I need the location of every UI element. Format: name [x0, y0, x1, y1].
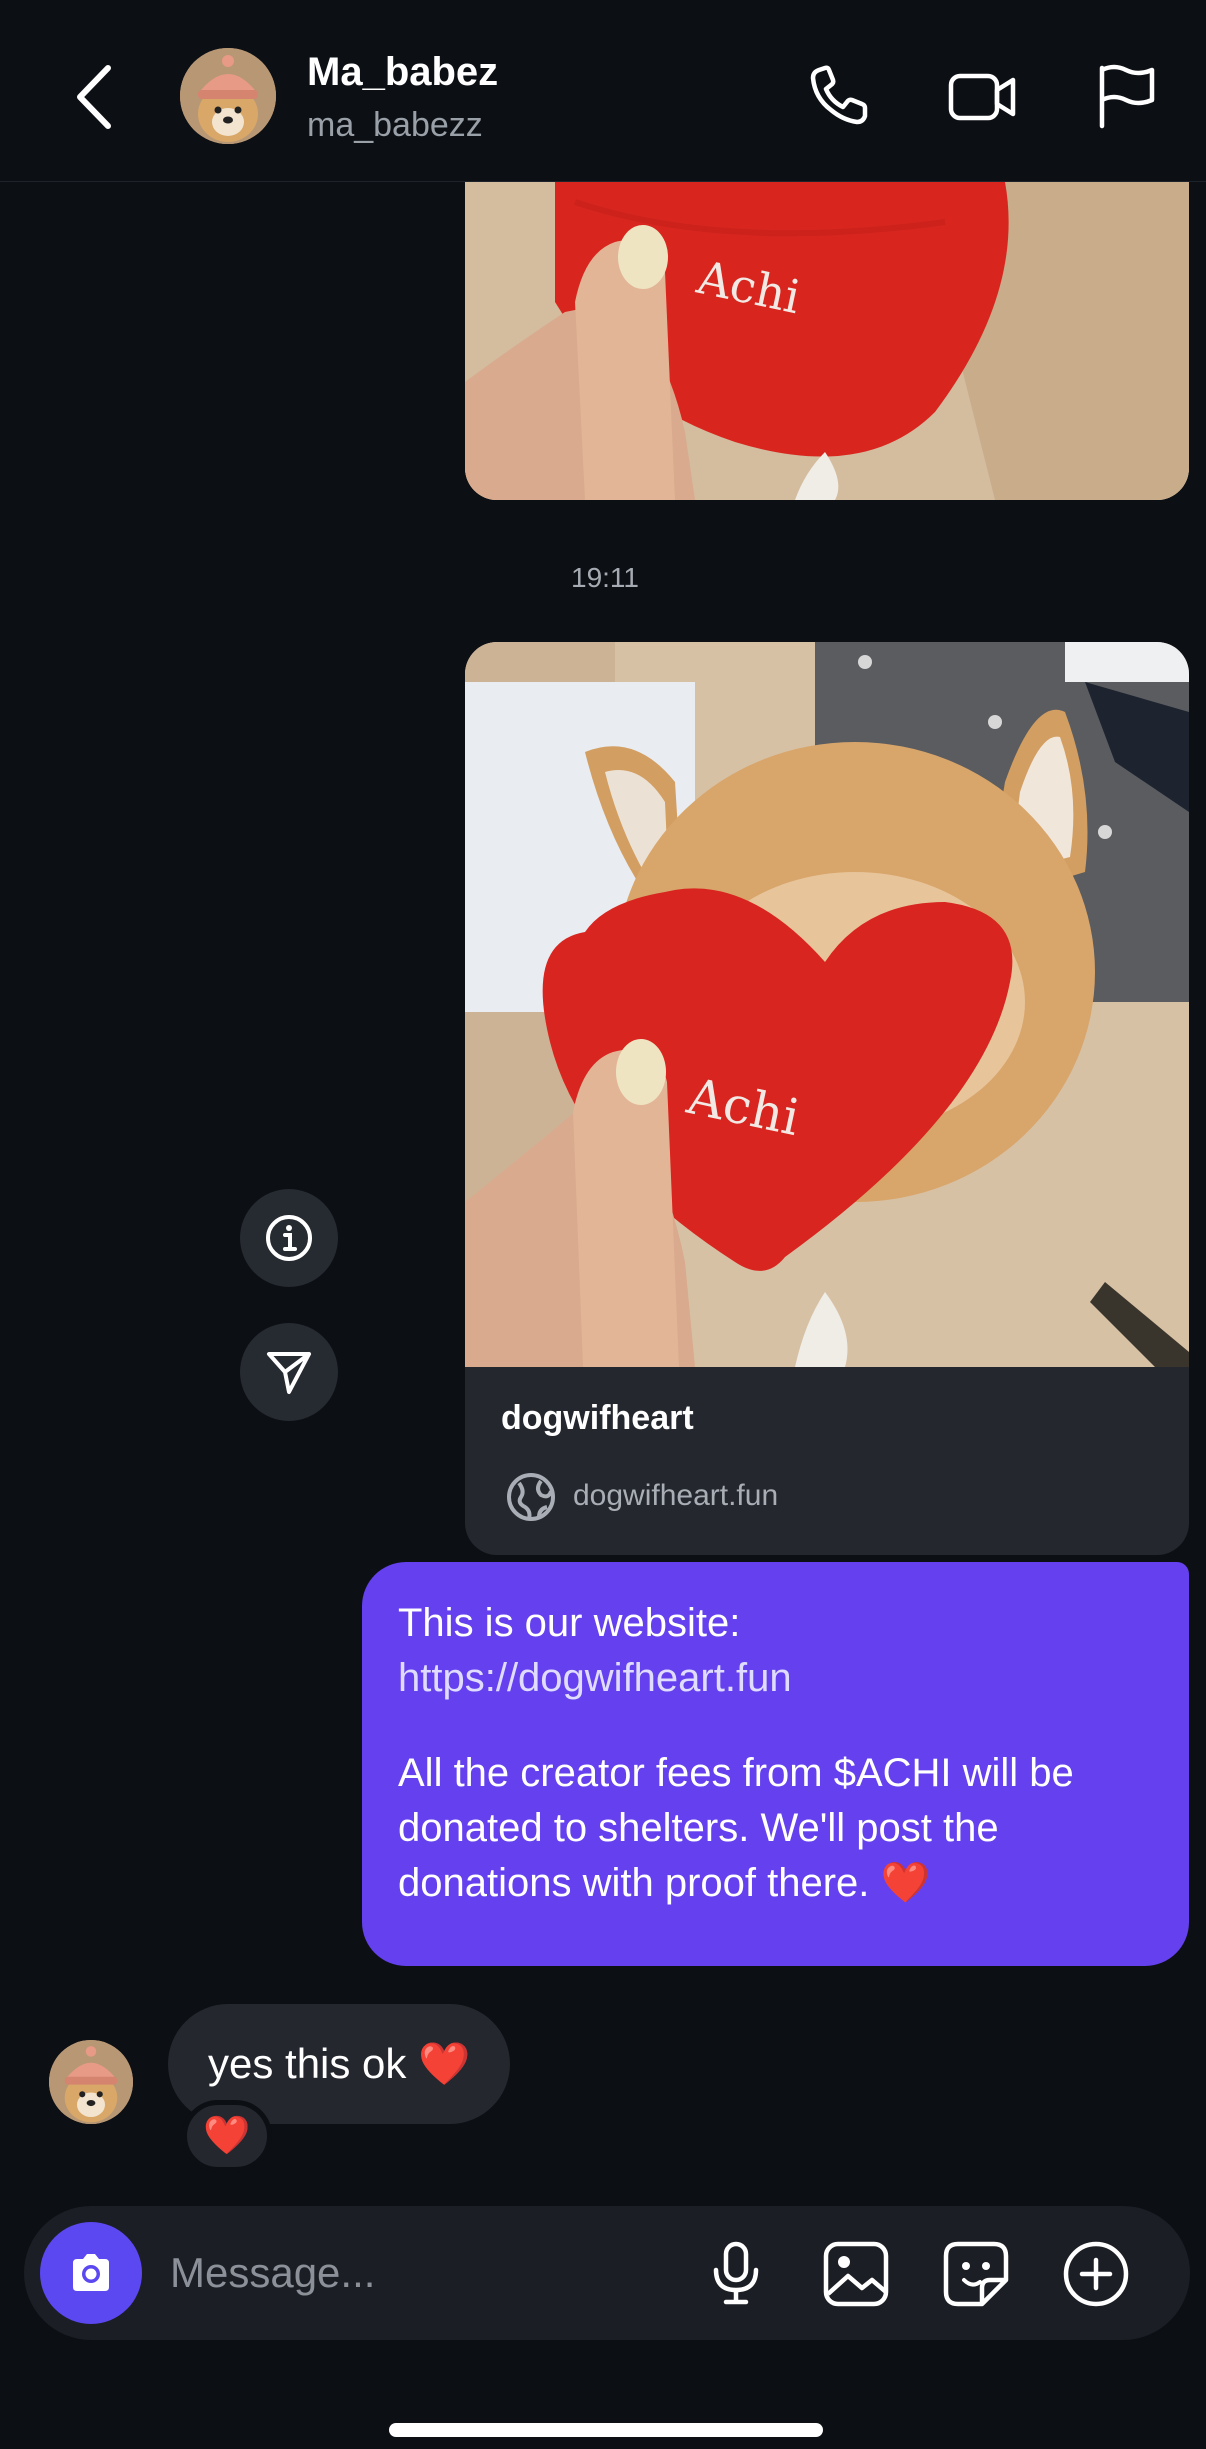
- photo-message-previous[interactable]: Achi: [465, 182, 1189, 500]
- camera-icon[interactable]: [40, 2222, 142, 2324]
- info-icon[interactable]: [240, 1189, 338, 1287]
- message-link[interactable]: https://dogwifheart.fun: [398, 1651, 1153, 1706]
- message-input[interactable]: [170, 2236, 670, 2310]
- home-indicator[interactable]: [389, 2423, 823, 2437]
- microphone-icon[interactable]: [698, 2236, 774, 2312]
- link-preview-title: dogwifheart: [501, 1399, 694, 1437]
- reaction-emoji: ❤️: [203, 2115, 251, 2157]
- globe-icon: [505, 1471, 557, 1523]
- flag-icon[interactable]: [1090, 60, 1162, 132]
- contact-username: ma_babezz: [307, 106, 483, 144]
- gallery-icon[interactable]: [818, 2236, 894, 2312]
- link-preview-domain: dogwifheart.fun: [573, 1479, 779, 1512]
- share-send-icon[interactable]: [240, 1323, 338, 1421]
- message-composer: [24, 2206, 1190, 2340]
- photo-message-dog-heart[interactable]: Achi: [465, 642, 1189, 1367]
- message-text-line: donated to shelters. We'll post the: [398, 1806, 999, 1850]
- message-text-line: donations with proof there. ❤️: [398, 1861, 931, 1905]
- message-timestamp: 19:11: [571, 562, 639, 593]
- sender-avatar[interactable]: [49, 2040, 133, 2124]
- back-chevron-icon[interactable]: [70, 62, 120, 132]
- contact-name[interactable]: Ma_babez: [307, 50, 498, 95]
- contact-avatar[interactable]: [180, 48, 276, 144]
- chat-header: Ma_babez ma_babezz: [0, 0, 1206, 182]
- video-camera-icon[interactable]: [947, 60, 1019, 132]
- heart-reaction-icon[interactable]: ❤️: [182, 2100, 272, 2172]
- sticker-icon[interactable]: [938, 2236, 1014, 2312]
- outgoing-message-bubble[interactable]: This is our website: https://dogwifheart…: [362, 1562, 1189, 1966]
- plus-circle-icon[interactable]: [1058, 2236, 1134, 2312]
- phone-icon[interactable]: [803, 60, 875, 132]
- message-spacer: [398, 1706, 1153, 1746]
- message-text-line: This is our website:: [398, 1601, 741, 1645]
- message-text-line: All the creator fees from $ACHI will be: [398, 1751, 1074, 1795]
- link-preview-card[interactable]: dogwifheart dogwifheart.fun: [465, 1367, 1189, 1555]
